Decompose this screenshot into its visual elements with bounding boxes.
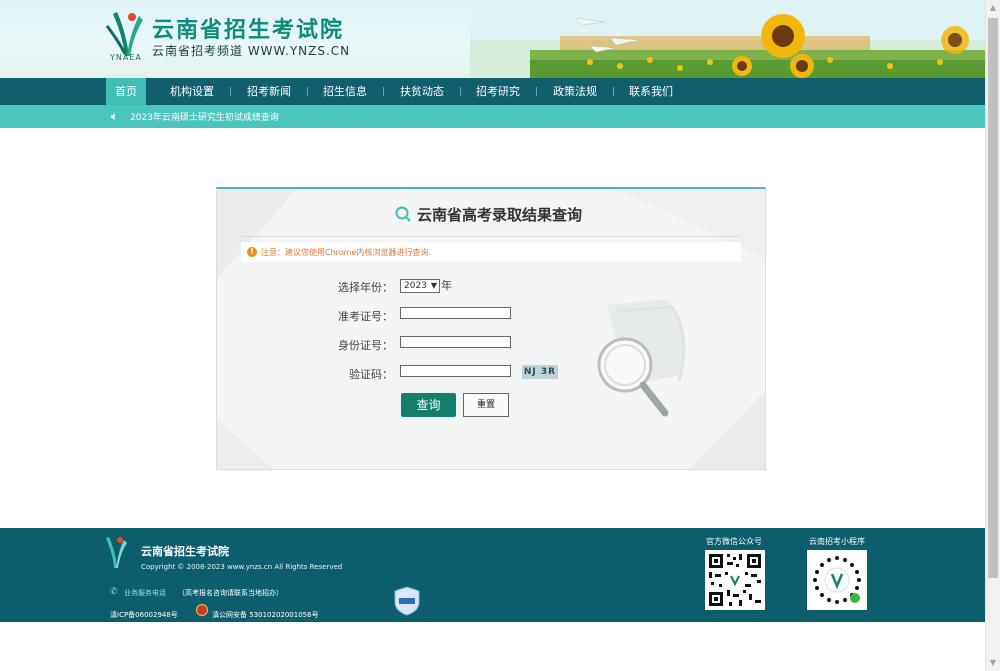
query-button[interactable]: 查询 xyxy=(401,393,456,417)
nav-item-contact[interactable]: 联系我们 xyxy=(622,78,680,105)
police-record-link[interactable]: 滇公网安备 53010202001056号 xyxy=(212,610,319,620)
scroll-up-icon[interactable]: ▲ xyxy=(986,0,1000,16)
footer-copyright: Copyright © 2008-2023 www.ynzs.cn All Ri… xyxy=(141,563,343,571)
site-name: 云南省招生考试院 xyxy=(152,18,345,43)
nav-separator xyxy=(307,87,308,96)
police-badge-icon xyxy=(196,604,208,616)
warning-icon: ! xyxy=(247,247,257,257)
mini-program-title: 云南招考小程序 xyxy=(809,537,865,546)
captcha-label: 验证码： xyxy=(349,368,393,381)
mini-program-code-icon xyxy=(811,554,863,606)
exam-number-input[interactable] xyxy=(400,307,511,319)
title-divider xyxy=(241,236,741,237)
logo-abbr: YNAEA xyxy=(110,53,142,62)
wechat-qr-title: 官方微信公众号 xyxy=(706,537,762,546)
wechat-qr-code xyxy=(705,550,765,610)
scroll-down-icon[interactable]: ▼ xyxy=(986,655,1000,671)
service-phone-note: （高考报名咨询请联系当地招办） xyxy=(178,589,283,597)
year-select-value: 2023 xyxy=(404,281,427,291)
service-phone-link[interactable]: 业务服务电话 xyxy=(124,588,166,598)
exam-number-label: 准考证号： xyxy=(338,310,393,323)
captcha-input[interactable] xyxy=(400,365,511,377)
qr-code-icon xyxy=(709,554,761,606)
main-nav: 首页 机构设置 招考新闻 招生信息 扶贫动态 招考研究 政策法规 联系我们 xyxy=(0,78,985,105)
search-icon xyxy=(395,206,411,222)
notice-bar: 🔈︎ 2023年云南硕士研究生初试成绩查询 xyxy=(0,105,985,128)
site-subtitle: 云南省招考频道 WWW.YNZS.CN xyxy=(152,44,351,58)
nav-item-exam-research[interactable]: 招考研究 xyxy=(469,78,527,105)
vertical-scrollbar[interactable]: ▲ ▼ xyxy=(985,0,1000,671)
year-label: 选择年份： xyxy=(338,281,393,294)
chevron-down-icon: ▼ xyxy=(430,281,437,290)
reset-button[interactable]: 重置 xyxy=(463,393,509,417)
gov-site-badge-icon[interactable] xyxy=(394,586,420,616)
nav-separator xyxy=(383,87,384,96)
nav-separator xyxy=(613,87,614,96)
magnifier-illustration xyxy=(597,299,686,417)
captcha-image[interactable]: NJ 3R xyxy=(522,365,558,379)
id-number-label: 身份证号： xyxy=(338,339,393,352)
icp-record-link[interactable]: 滇ICP备06002948号 xyxy=(110,610,178,620)
page: YNAEA 云南省招生考试院 云南省招考频道 WWW.YNZS.CN 首页 机构… xyxy=(0,0,985,671)
year-suffix: 年 xyxy=(441,279,452,292)
query-panel: 云南省高考录取结果查询 ! 注意：建议您使用Chrome内核浏览器进行查询. 选… xyxy=(216,187,766,470)
site-footer: 云南省招生考试院 Copyright © 2008-2023 www.ynzs.… xyxy=(0,528,985,622)
nav-separator xyxy=(460,87,461,96)
year-select[interactable]: 2023 ▼ xyxy=(400,279,440,293)
speaker-icon: 🔈︎ xyxy=(111,109,119,123)
nav-separator xyxy=(536,87,537,96)
warning-text: 注意：建议您使用Chrome内核浏览器进行查询. xyxy=(261,248,431,257)
phone-icon: ✆ xyxy=(110,587,118,597)
sunflower-banner xyxy=(470,0,985,78)
nav-item-organization[interactable]: 机构设置 xyxy=(163,78,221,105)
footer-logo xyxy=(106,537,127,568)
nav-item-poverty-alleviation[interactable]: 扶贫动态 xyxy=(393,78,451,105)
nav-item-admission-info[interactable]: 招生信息 xyxy=(316,78,374,105)
notice-link[interactable]: 2023年云南硕士研究生初试成绩查询 xyxy=(130,110,279,123)
nav-separator xyxy=(230,87,231,96)
nav-item-home[interactable]: 首页 xyxy=(106,78,146,105)
nav-item-policy[interactable]: 政策法规 xyxy=(546,78,604,105)
browser-warning: ! 注意：建议您使用Chrome内核浏览器进行查询. xyxy=(241,242,741,262)
id-number-input[interactable] xyxy=(400,336,511,348)
scrollbar-thumb[interactable] xyxy=(988,18,998,578)
nav-item-exam-news[interactable]: 招考新闻 xyxy=(240,78,298,105)
site-header: YNAEA 云南省招生考试院 云南省招考频道 WWW.YNZS.CN xyxy=(0,0,985,78)
mini-program-code xyxy=(807,550,867,610)
footer-site-name: 云南省招生考试院 xyxy=(141,545,229,558)
query-title: 云南省高考录取结果查询 xyxy=(417,206,583,224)
